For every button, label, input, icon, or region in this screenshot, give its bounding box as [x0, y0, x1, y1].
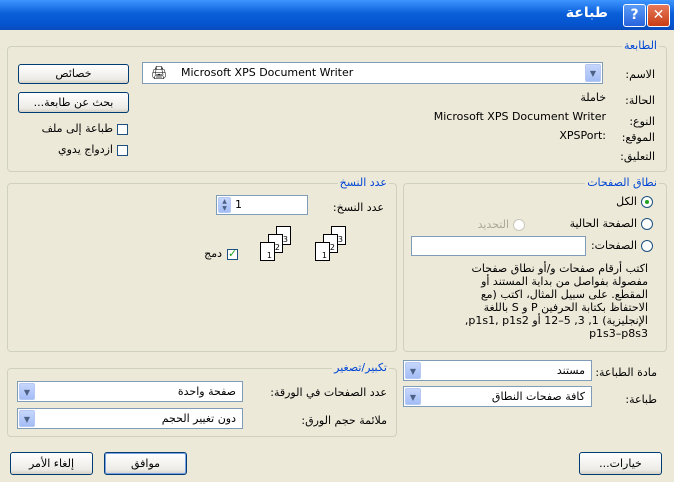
range-current-radio[interactable] [641, 218, 653, 230]
title-bar: طباعة ? ✕ [0, 0, 674, 30]
properties-button[interactable]: خصائص [18, 64, 129, 84]
print-dialog: طباعة ? ✕ الطابعة الاسم: ▼ 🖨 Microsoft X… [0, 0, 674, 482]
help-line: p1s3–p8s3 [589, 327, 648, 340]
range-all-radio[interactable] [641, 196, 653, 208]
range-pages-label: الصفحات: [590, 239, 637, 252]
collated-pages-icon: 3 2 1 [248, 226, 293, 282]
range-pages-radio[interactable] [641, 240, 653, 252]
ok-button[interactable]: موافق [104, 452, 187, 475]
print-what-select[interactable]: ▼ مستند [403, 360, 592, 381]
print-to-file-checkbox[interactable] [117, 124, 128, 135]
pages-per-sheet-label: عدد الصفحات في الورقة: [270, 386, 387, 399]
scale-to-paper-select[interactable]: ▼ دون تغيير الحجم [17, 408, 243, 429]
collate-checkbox[interactable] [227, 247, 238, 260]
spinner-arrows-icon[interactable]: ▲ ▼ [218, 197, 231, 213]
page-range-group-label: نطاق الصفحات [585, 176, 659, 189]
help-line: مفصولة بفواصل من بداية المستند أو [481, 275, 648, 288]
printer-name-select[interactable]: ▼ 🖨 Microsoft XPS Document Writer [142, 62, 603, 84]
printer-where-label: الموقع: [621, 131, 655, 144]
chevron-down-icon[interactable]: ▼ [19, 383, 35, 400]
manual-duplex-checkbox[interactable] [117, 145, 128, 156]
printer-status-value: خاملة [580, 91, 606, 104]
print-what-value: مستند [556, 364, 585, 377]
chevron-down-icon[interactable]: ▼ [405, 388, 421, 405]
window-title: طباعة [565, 5, 608, 21]
printer-where-value: XPSPort: [559, 129, 606, 142]
copies-count-value: 1 [235, 198, 242, 211]
printer-status-label: الحالة: [625, 94, 655, 107]
chevron-down-icon[interactable]: ▼ [405, 362, 421, 379]
print-select[interactable]: ▼ كافة صفحات النطاق [403, 386, 592, 407]
help-line: اكتب أرقام صفحات و/أو نطاق صفحات [471, 262, 648, 275]
printer-icon: 🖨 [151, 66, 168, 81]
cancel-button[interactable]: إلغاء الأمر [10, 452, 93, 475]
print-what-label: مادة الطباعة: [595, 366, 657, 379]
options-button[interactable]: خيارات... [579, 452, 662, 475]
pages-per-sheet-select[interactable]: ▼ صفحة واحدة [17, 381, 243, 402]
printer-group-label: الطابعة [621, 39, 659, 52]
collate-label: دمج [204, 247, 222, 260]
range-selection-label: التحديد [477, 218, 509, 231]
zoom-group-label: تكبير/تصغير [332, 361, 389, 374]
chevron-down-icon[interactable]: ▼ [585, 64, 601, 82]
scale-to-paper-label: ملائمة حجم الورق: [301, 414, 387, 427]
help-icon[interactable]: ? [623, 4, 646, 27]
printer-name-label: الاسم: [625, 68, 655, 81]
copies-count-input[interactable]: ▲ ▼ 1 [216, 195, 308, 215]
print-to-file-label: طباعة إلى ملف [41, 122, 113, 135]
copies-count-label: عدد النسخ: [332, 201, 384, 214]
printer-type-value: Microsoft XPS Document Writer [433, 110, 606, 123]
manual-duplex-label: ازدواج يدوي [58, 143, 113, 156]
help-line: الاحتفاظ بكتابة الحرفين P و S باللغة [483, 301, 648, 314]
help-line: الإنجليزية) 1, 3, 5–12 أو p1s1, p1s2, [464, 314, 648, 327]
close-icon[interactable]: ✕ [647, 4, 670, 27]
pages-per-sheet-value: صفحة واحدة [177, 385, 236, 398]
printer-type-label: النوع: [629, 115, 655, 128]
print-value: كافة صفحات النطاق [491, 390, 585, 403]
uncollated-pages-icon: 3 2 1 [303, 226, 348, 282]
pages-input[interactable] [411, 236, 586, 256]
range-all-label: الكل [616, 195, 637, 208]
print-label: طباعة: [625, 393, 657, 406]
find-printer-button[interactable]: بحث عن طابعة... [18, 92, 129, 113]
scale-to-paper-value: دون تغيير الحجم [161, 412, 236, 425]
printer-name-value: Microsoft XPS Document Writer [181, 66, 354, 79]
range-selection-radio[interactable] [513, 219, 525, 231]
page-range-help-text: اكتب أرقام صفحات و/أو نطاق صفحات مفصولة … [418, 262, 648, 340]
help-line: المقطع. على سبيل المثال، اكتب (مع [480, 288, 648, 301]
range-current-label: الصفحة الحالية [569, 217, 637, 230]
copies-group-label: عدد النسخ [337, 176, 389, 189]
chevron-down-icon[interactable]: ▼ [19, 410, 35, 427]
printer-comment-label: التعليق: [620, 150, 655, 163]
